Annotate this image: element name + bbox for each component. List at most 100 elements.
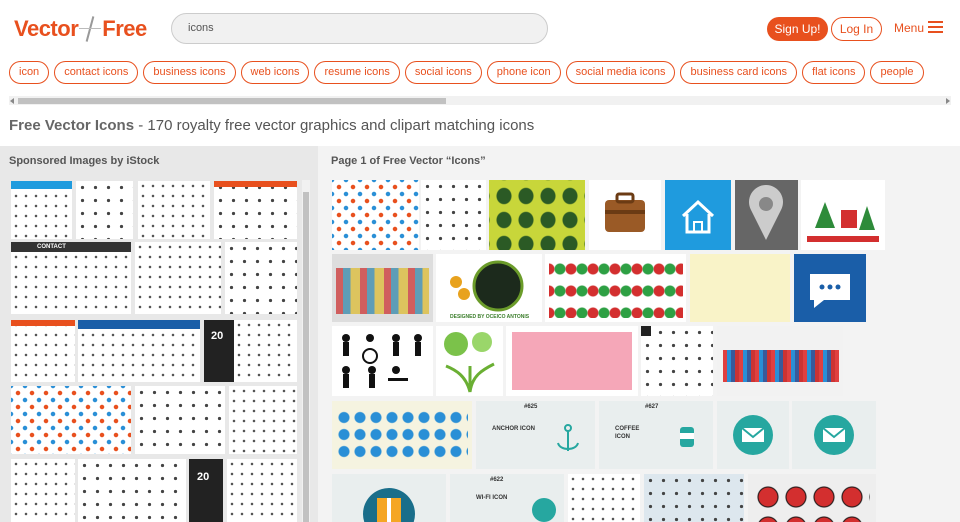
mail-icon xyxy=(814,415,854,455)
wifi-icon xyxy=(532,498,556,522)
result-thumb[interactable]: #622 WI-FI ICON xyxy=(450,474,564,522)
result-thumb[interactable] xyxy=(436,326,503,396)
tag-business-icons[interactable]: business icons xyxy=(143,61,236,84)
tag-bar-scrollbar[interactable] xyxy=(9,96,951,105)
sponsored-thumb[interactable] xyxy=(11,181,72,239)
result-thumb[interactable] xyxy=(332,326,433,396)
result-thumb[interactable] xyxy=(792,401,876,469)
logo-text-left: Vector xyxy=(14,16,79,41)
sponsored-thumb[interactable] xyxy=(234,320,297,382)
sponsored-thumb[interactable] xyxy=(229,386,297,454)
designer-label: DESIGNED BY OCEICO ANTONIS xyxy=(450,314,530,320)
sponsored-thumb[interactable] xyxy=(227,459,297,522)
coffee-icon-label: COFFEE ICON xyxy=(615,426,640,440)
result-thumb[interactable] xyxy=(690,254,790,322)
results-panel: Page 1 of Free Vector “Icons” DESIGNED B… xyxy=(318,146,960,522)
contact-label: CONTACT xyxy=(37,244,66,250)
page-title-bold: Free Vector Icons xyxy=(9,117,135,134)
number-625-label: #625 xyxy=(524,404,538,410)
sponsored-thumb[interactable] xyxy=(214,181,297,239)
result-thumb[interactable]: #625 ANCHOR ICON xyxy=(476,401,595,469)
result-thumb[interactable] xyxy=(748,474,876,522)
hamburger-icon[interactable] xyxy=(928,21,943,33)
sponsored-panel: Sponsored Images by iStock CONTACT 20 20 xyxy=(0,146,318,522)
scrollbar-thumb[interactable] xyxy=(303,192,309,522)
logo-text-right: Free xyxy=(102,16,147,41)
sponsored-thumb[interactable]: 20 xyxy=(189,459,223,522)
number-627-label: #627 xyxy=(645,404,659,410)
gift-icon xyxy=(363,488,415,522)
tag-bar: icon contact icons business icons web ic… xyxy=(9,61,960,85)
page-title-rest: - 170 royalty free vector graphics and c… xyxy=(134,117,535,134)
sponsored-thumb[interactable] xyxy=(11,386,131,454)
map-pin-icon xyxy=(749,185,783,240)
result-thumb[interactable] xyxy=(332,401,472,469)
wifi-icon-label: WI-FI ICON xyxy=(476,495,508,501)
site-logo[interactable]: Vector Free xyxy=(14,16,147,42)
result-thumb[interactable] xyxy=(545,254,686,322)
result-thumb[interactable] xyxy=(506,326,638,396)
tag-web-icons[interactable]: web icons xyxy=(240,61,310,84)
scroll-right-icon[interactable] xyxy=(946,98,950,104)
globe-icon xyxy=(450,260,524,312)
tag-contact-icons[interactable]: contact icons xyxy=(54,61,139,84)
result-thumb[interactable] xyxy=(717,326,843,396)
scroll-left-icon[interactable] xyxy=(10,98,14,104)
sponsored-thumb[interactable] xyxy=(138,181,210,239)
header: Vector Free icons Sign Up! Log In Menu xyxy=(0,0,960,58)
sponsored-thumb[interactable] xyxy=(135,242,221,314)
sports-people-icon xyxy=(342,334,422,388)
sponsored-thumb[interactable] xyxy=(11,459,75,522)
menu-button[interactable]: Menu xyxy=(894,21,924,35)
tag-flat-icons[interactable]: flat icons xyxy=(802,61,866,84)
result-thumb[interactable] xyxy=(717,401,789,469)
results-heading: Page 1 of Free Vector “Icons” xyxy=(331,155,486,167)
home-icon xyxy=(681,199,715,234)
result-thumb[interactable] xyxy=(332,180,419,250)
christmas-icon xyxy=(807,202,879,242)
result-thumb[interactable]: #627 COFFEE ICON xyxy=(599,401,713,469)
tag-social-media-icons[interactable]: social media icons xyxy=(565,61,676,84)
sponsored-thumb[interactable] xyxy=(135,386,225,454)
sponsored-scrollbar[interactable] xyxy=(302,180,310,522)
number-20-label: 20 xyxy=(211,330,224,342)
plant-icon xyxy=(444,332,495,393)
tag-social-icons[interactable]: social icons xyxy=(404,61,482,84)
result-thumb[interactable] xyxy=(801,180,885,250)
chat-icon xyxy=(810,274,850,308)
sponsored-thumb[interactable] xyxy=(78,320,200,382)
result-thumb[interactable] xyxy=(641,326,713,396)
mail-icon xyxy=(733,415,773,455)
result-thumb[interactable] xyxy=(421,180,486,250)
signup-button[interactable]: Sign Up! xyxy=(767,17,828,41)
sponsored-thumb[interactable] xyxy=(225,242,297,314)
search-input[interactable]: icons xyxy=(171,13,548,44)
tag-people[interactable]: people xyxy=(870,61,924,84)
logo-mark-icon xyxy=(79,16,102,42)
sponsored-thumb[interactable]: CONTACT xyxy=(11,242,131,314)
sponsored-thumb[interactable]: 20 xyxy=(204,320,234,382)
scrollbar-thumb[interactable] xyxy=(18,98,446,104)
sponsored-thumb[interactable] xyxy=(11,320,75,382)
result-thumb[interactable] xyxy=(332,254,433,322)
tag-icon[interactable]: icon xyxy=(9,61,50,84)
login-button[interactable]: Log In xyxy=(831,17,882,41)
sponsored-thumb[interactable] xyxy=(76,181,133,239)
result-thumb[interactable] xyxy=(665,180,731,250)
tag-business-card-icons[interactable]: business card icons xyxy=(680,61,798,84)
result-thumb[interactable] xyxy=(735,180,798,250)
anchor-icon xyxy=(557,424,579,451)
page-title: Free Vector Icons - 170 royalty free vec… xyxy=(9,117,534,134)
result-thumb[interactable] xyxy=(589,180,661,250)
anchor-icon-label: ANCHOR ICON xyxy=(492,426,535,432)
result-thumb[interactable] xyxy=(489,180,585,250)
result-thumb[interactable] xyxy=(568,474,640,522)
number-20-label: 20 xyxy=(197,471,210,483)
result-thumb[interactable] xyxy=(794,254,866,322)
tag-phone-icon[interactable]: phone icon xyxy=(486,61,561,84)
result-thumb[interactable] xyxy=(332,474,446,522)
result-thumb[interactable] xyxy=(644,474,744,522)
sponsored-thumb[interactable] xyxy=(78,459,186,522)
result-thumb[interactable]: DESIGNED BY OCEICO ANTONIS xyxy=(436,254,542,322)
tag-resume-icons[interactable]: resume icons xyxy=(314,61,400,84)
